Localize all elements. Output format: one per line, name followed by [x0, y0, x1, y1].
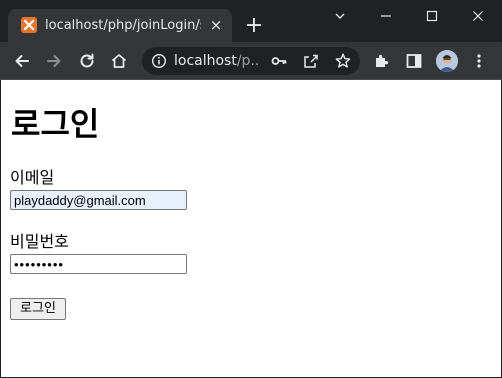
home-icon[interactable]	[108, 50, 130, 72]
tab-title: localhost/php/joinLogin/sign	[45, 18, 201, 33]
page-title: 로그인	[11, 105, 100, 143]
side-panel-icon[interactable]	[403, 50, 425, 72]
reload-icon[interactable]	[76, 50, 98, 72]
url-path: /p...	[236, 53, 260, 69]
key-icon[interactable]	[268, 50, 290, 72]
profile-avatar[interactable]	[436, 50, 458, 72]
arrow-left-icon[interactable]	[11, 50, 33, 72]
password-label: 비밀번호	[10, 232, 69, 251]
password-field[interactable]	[10, 254, 187, 274]
kebab-menu-icon[interactable]	[468, 50, 490, 72]
url-host: localhost	[174, 53, 237, 69]
browser-tab[interactable]: localhost/php/joinLogin/sign ×	[8, 9, 232, 42]
address-bar[interactable]: localhost/p...	[142, 47, 360, 75]
maximize-icon[interactable]	[420, 4, 444, 28]
browser-title-bar: localhost/php/joinLogin/sign × +	[0, 0, 502, 42]
minimize-icon[interactable]	[374, 4, 398, 28]
star-icon[interactable]	[332, 50, 354, 72]
xampp-favicon-icon	[21, 17, 37, 33]
url-text: localhost/p...	[174, 52, 260, 70]
login-button[interactable]: 로그인	[10, 298, 66, 320]
tab-search-chevron-down-icon[interactable]	[328, 4, 352, 28]
tab-close-button[interactable]: ×	[206, 15, 226, 35]
info-icon[interactable]	[148, 50, 170, 72]
email-field[interactable]	[10, 190, 187, 210]
puzzle-icon[interactable]	[371, 50, 393, 72]
arrow-right-icon[interactable]	[43, 50, 65, 72]
browser-toolbar: localhost/p...	[0, 42, 502, 80]
page-viewport: 로그인 이메일 비밀번호 로그인	[0, 80, 502, 378]
new-tab-button[interactable]: +	[242, 14, 266, 38]
email-label: 이메일	[10, 168, 55, 187]
close-window-icon[interactable]	[466, 4, 490, 28]
share-icon[interactable]	[300, 50, 322, 72]
